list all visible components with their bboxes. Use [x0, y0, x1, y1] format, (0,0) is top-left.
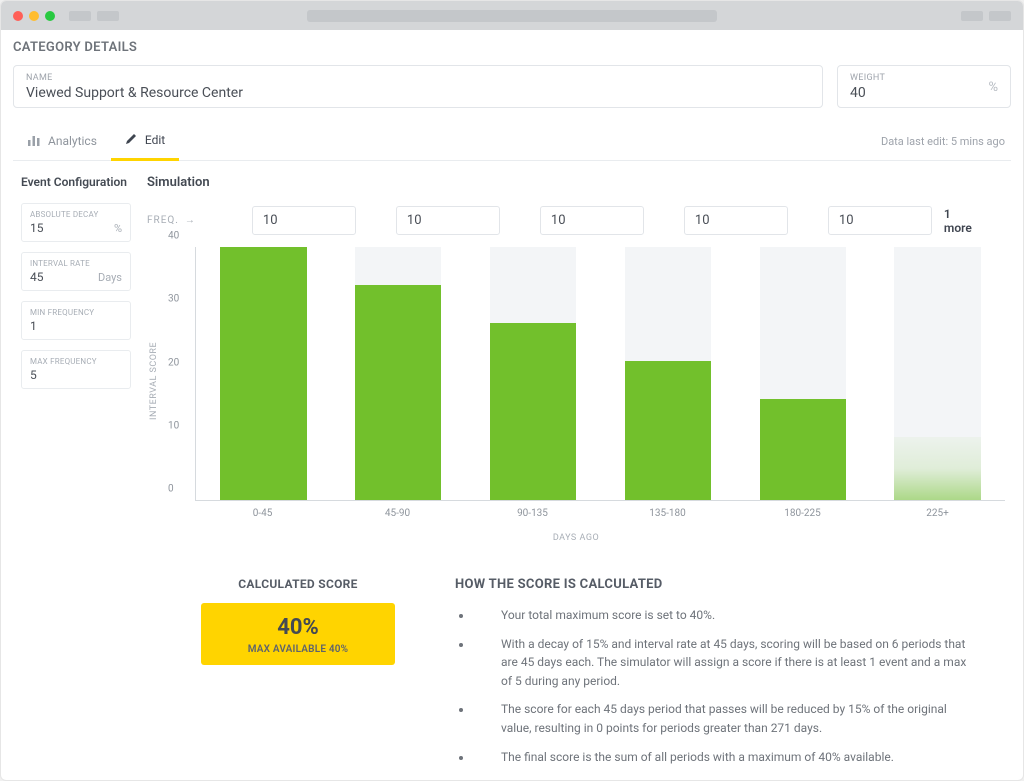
- y-axis-label: INTERVAL SCORE: [147, 247, 161, 515]
- tab-analytics-label: Analytics: [48, 134, 97, 148]
- tab-edit-label: Edit: [145, 133, 165, 147]
- y-tick: 10: [168, 420, 179, 431]
- min-frequency-field[interactable]: MIN FREQUENCY 1: [21, 301, 131, 340]
- address-bar[interactable]: [307, 10, 717, 22]
- freq-label: FREQ. →: [147, 215, 196, 226]
- traffic-lights: [13, 11, 55, 21]
- maximize-icon[interactable]: [45, 11, 55, 21]
- titlebar-placeholder: [97, 11, 119, 21]
- freq-input-3[interactable]: 10: [684, 206, 788, 235]
- titlebar-placeholder: [961, 11, 983, 21]
- page-title: CATEGORY DETAILS: [13, 40, 1011, 55]
- explanation-title: HOW THE SCORE IS CALCULATED: [455, 577, 975, 592]
- explanation-item: With a decay of 15% and interval rate at…: [473, 635, 975, 691]
- x-axis-label: DAYS AGO: [147, 533, 1005, 543]
- chart-bar: [490, 323, 576, 500]
- explanation-item: The final score is the sum of all period…: [473, 748, 975, 767]
- x-tick: 0-45: [195, 508, 330, 519]
- calculated-score-sub: MAX AVAILABLE 40%: [209, 644, 387, 655]
- pencil-icon: [125, 132, 138, 148]
- minimize-icon[interactable]: [29, 11, 39, 21]
- arrow-right-icon: →: [185, 215, 196, 226]
- absolute-decay-field[interactable]: ABSOLUTE DECAY 15%: [21, 203, 131, 242]
- interval-score-chart: 010203040 0-4545-9090-135135-180180-2252…: [161, 247, 1005, 515]
- name-value: Viewed Support & Resource Center: [26, 85, 810, 101]
- explanation-item: Your total maximum score is set to 40%.: [473, 606, 975, 625]
- titlebar-placeholder: [989, 11, 1011, 21]
- weight-label: WEIGHT: [850, 73, 988, 83]
- x-tick: 225+: [870, 508, 1005, 519]
- x-tick: 180-225: [735, 508, 870, 519]
- y-tick: 30: [168, 294, 179, 305]
- weight-value: 40: [850, 85, 988, 101]
- weight-suffix: %: [988, 80, 998, 95]
- chart-bar: [355, 285, 441, 500]
- explanation-list: Your total maximum score is set to 40%. W…: [455, 606, 975, 766]
- y-tick: 20: [168, 357, 179, 368]
- app-window: CATEGORY DETAILS NAME Viewed Support & R…: [0, 0, 1024, 781]
- weight-field[interactable]: WEIGHT 40 %: [837, 65, 1011, 108]
- x-tick: 90-135: [465, 508, 600, 519]
- analytics-icon: [27, 133, 41, 150]
- freq-input-4[interactable]: 10: [828, 206, 932, 235]
- calculated-score-value: 40%: [209, 615, 387, 640]
- name-label: NAME: [26, 73, 810, 83]
- x-tick: 45-90: [330, 508, 465, 519]
- event-config-sidebar: Event Configuration ABSOLUTE DECAY 15% I…: [13, 161, 139, 780]
- tab-analytics[interactable]: Analytics: [13, 123, 111, 160]
- simulation-title: Simulation: [147, 175, 1005, 190]
- chart-bar: [625, 361, 711, 500]
- y-tick: 0: [168, 484, 174, 495]
- freq-input-2[interactable]: 10: [540, 206, 644, 235]
- explanation-item: The score for each 45 days period that p…: [473, 700, 975, 737]
- name-field[interactable]: NAME Viewed Support & Resource Center: [13, 65, 823, 108]
- tab-edit[interactable]: Edit: [111, 122, 179, 161]
- calculated-score-box: 40% MAX AVAILABLE 40%: [201, 603, 395, 665]
- titlebar-placeholder: [69, 11, 91, 21]
- freq-input-0[interactable]: 10: [252, 206, 356, 235]
- chart-bar: [894, 437, 980, 500]
- interval-rate-field[interactable]: INTERVAL RATE 45Days: [21, 252, 131, 291]
- chart-bar: [760, 399, 846, 500]
- freq-input-1[interactable]: 10: [396, 206, 500, 235]
- chart-bar: [220, 247, 306, 500]
- calculated-score-title: CALCULATED SCORE: [201, 577, 395, 591]
- more-link[interactable]: 1 more: [944, 207, 999, 235]
- x-tick: 135-180: [600, 508, 735, 519]
- last-edit-meta: Data last edit: 5 mins ago: [881, 135, 1011, 148]
- sidebar-title: Event Configuration: [21, 175, 131, 191]
- close-icon[interactable]: [13, 11, 23, 21]
- titlebar: [1, 1, 1023, 30]
- max-frequency-field[interactable]: MAX FREQUENCY 5: [21, 350, 131, 389]
- y-tick: 40: [168, 231, 179, 242]
